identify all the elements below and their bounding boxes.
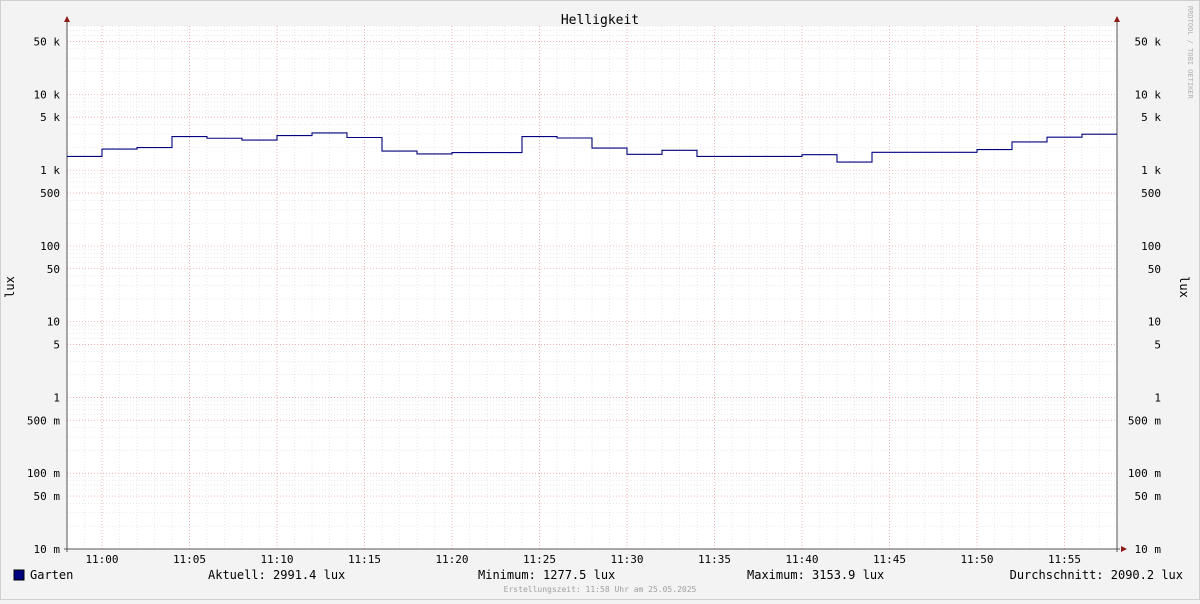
chart-canvas: 50 k 50 k 10 k 10 k 5 k 5 k 1 k 1 k 500 500 100 100… — [0, 0, 1200, 600]
y-tick-label-left: 50 m — [34, 490, 61, 503]
y-tick-label-left: 500 — [40, 187, 60, 200]
x-tick-label: 11:45 — [873, 553, 906, 566]
y-tick-label-right: 500 — [1141, 187, 1161, 200]
x-tick-label: 11:15 — [348, 553, 381, 566]
legend-minimum: Minimum: 1277.5 lux — [478, 568, 615, 582]
y-tick-label-left: 50 — [47, 263, 60, 276]
y-tick-label-right: 1 — [1154, 391, 1161, 404]
y-tick-label-left: 1 k — [40, 164, 60, 177]
y-tick-label-right: 50 m — [1135, 490, 1162, 503]
legend-swatch — [13, 569, 25, 581]
y-tick-label-left: 10 — [47, 316, 60, 329]
y-axis-label-left: lux — [3, 276, 17, 298]
y-tick-label-right: 50 k — [1135, 35, 1162, 48]
y-tick-label-right: 100 m — [1128, 467, 1161, 480]
legend-maximum: Maximum: 3153.9 lux — [747, 568, 884, 582]
x-tick-label: 11:10 — [260, 553, 293, 566]
x-tick-label: 11:35 — [698, 553, 731, 566]
creation-footer: Erstellungszeit: 11:58 Uhr am 25.05.2025 — [504, 585, 697, 594]
y-tick-label-right: 5 k — [1141, 111, 1161, 124]
x-tick-label: 11:05 — [173, 553, 206, 566]
y-tick-label-right: 1 k — [1141, 164, 1161, 177]
y-tick-label-right: 5 — [1154, 339, 1161, 352]
chart-svg: 50 k 50 k 10 k 10 k 5 k 5 k 1 k 1 k 500 500 100 100… — [0, 0, 1200, 600]
x-tick-label: 11:55 — [1048, 553, 1081, 566]
x-tick-label: 11:40 — [785, 553, 818, 566]
y-tick-label-left: 500 m — [27, 414, 60, 427]
y-tick-label-right: 10 m — [1135, 543, 1162, 556]
y-tick-label-right: 100 — [1141, 240, 1161, 253]
y-tick-label-left: 5 — [53, 339, 60, 352]
chart-title: Helligkeit — [561, 13, 639, 28]
y-axis-label-right: lux — [1177, 276, 1191, 298]
y-tick-label-right: 10 — [1148, 316, 1161, 329]
legend-series-label: Garten — [30, 568, 73, 582]
y-tick-label-left: 1 — [53, 391, 60, 404]
y-tick-label-right: 500 m — [1128, 414, 1161, 427]
y-tick-label-right: 50 — [1148, 263, 1161, 276]
legend-average: Durchschnitt: 2090.2 lux — [1010, 568, 1183, 582]
x-tick-label: 11:25 — [523, 553, 556, 566]
x-tick-label: 11:30 — [610, 553, 643, 566]
x-tick-label: 11:20 — [435, 553, 468, 566]
watermark: RRDTOOL / TOBI OETIKER — [1186, 6, 1194, 100]
x-tick-label: 11:50 — [960, 553, 993, 566]
y-tick-label-left: 50 k — [34, 35, 61, 48]
legend-current: Aktuell: 2991.4 lux — [208, 568, 345, 582]
y-tick-label-left: 5 k — [40, 111, 60, 124]
y-tick-label-left: 10 k — [34, 88, 61, 101]
y-tick-label-left: 10 m — [34, 543, 61, 556]
y-tick-label-left: 100 m — [27, 467, 60, 480]
y-tick-label-left: 100 — [40, 240, 60, 253]
y-tick-label-right: 10 k — [1135, 88, 1162, 101]
grid-minor — [66, 25, 1118, 550]
x-tick-label: 11:00 — [85, 553, 118, 566]
